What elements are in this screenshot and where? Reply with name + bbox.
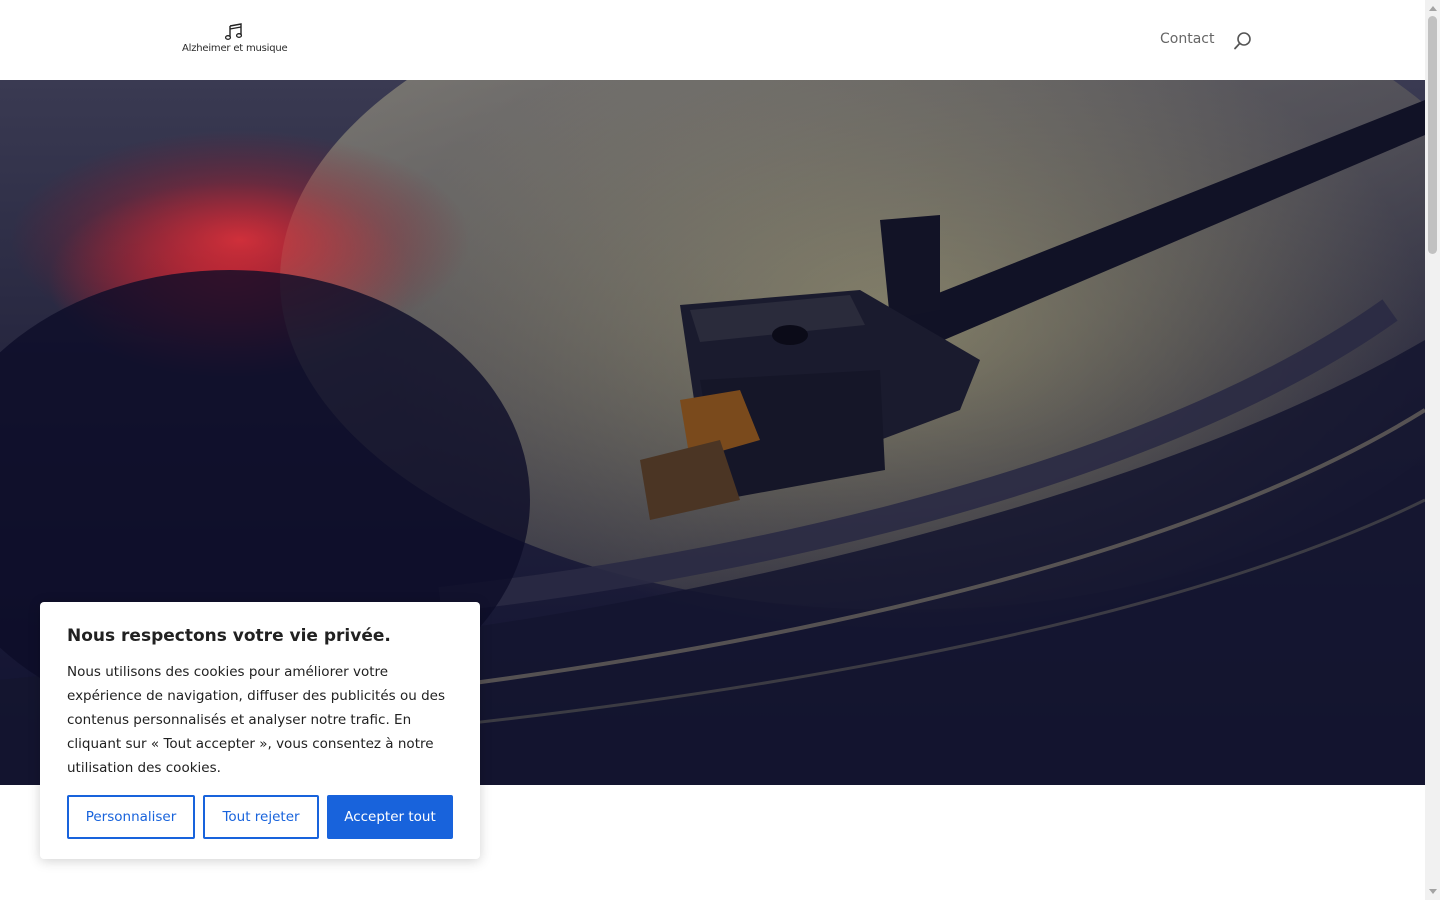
cookie-title: Nous respectons votre vie privée. (67, 626, 391, 646)
search-button[interactable] (1232, 30, 1254, 52)
accept-all-button[interactable]: Accepter tout (327, 795, 453, 839)
search-icon (1234, 32, 1251, 50)
site-logo[interactable]: Alzheimer et musique (180, 22, 290, 58)
reject-all-button[interactable]: Tout rejeter (203, 795, 319, 839)
scroll-down-arrow-icon[interactable] (1429, 889, 1437, 894)
scroll-up-arrow-icon[interactable] (1429, 6, 1437, 11)
nav-contact-link[interactable]: Contact (1160, 31, 1214, 47)
vertical-scrollbar[interactable] (1425, 0, 1440, 900)
site-header: Alzheimer et musique Contact (0, 0, 1425, 80)
cookie-description: Nous utilisons des cookies pour améliore… (67, 664, 445, 776)
cookie-consent-banner: Nous respectons votre vie privée. Nous u… (40, 602, 480, 859)
logo-text: Alzheimer et musique (182, 43, 288, 54)
customize-button[interactable]: Personnaliser (67, 795, 195, 839)
music-note-icon (224, 23, 243, 40)
page: Alzheimer et musique Contact Nous respec… (0, 0, 1425, 900)
cookie-button-group: Personnaliser Tout rejeter Accepter tout (67, 795, 453, 839)
scrollbar-thumb[interactable] (1428, 16, 1437, 254)
